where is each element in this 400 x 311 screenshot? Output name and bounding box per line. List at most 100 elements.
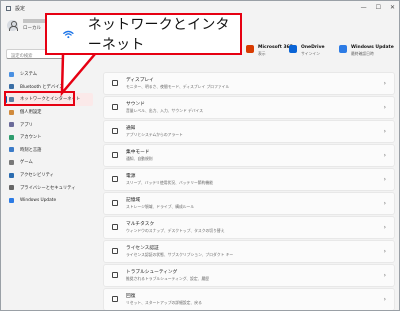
settings-row-notifications[interactable]: 通知 アプリとシステムからのアラート ›	[103, 120, 395, 143]
row-title: 通知	[126, 125, 136, 131]
settings-row-recovery[interactable]: 回復 リセット、スタートアップの詳細設定、戻る ›	[103, 288, 395, 310]
chevron-right-icon: ›	[383, 104, 386, 111]
search-placeholder: 設定の検索	[11, 53, 33, 59]
sidebar-item-label: アプリ	[20, 122, 33, 128]
sidebar-item-apps[interactable]: アプリ	[5, 118, 93, 131]
header-app-name: Windows Update	[351, 45, 394, 50]
chevron-right-icon: ›	[383, 152, 386, 159]
sidebar-item-label: Windows Update	[20, 197, 57, 203]
monitor-icon	[9, 71, 14, 77]
settings-row-multitasking[interactable]: マルチタスク ウィンドウのスナップ、デスクトップ、タスクの切り替え ›	[103, 216, 395, 239]
settings-row-activation[interactable]: ライセンス認証 ライセンス認証の状態、サブスクリプション、プロダクト キー ›	[103, 240, 395, 263]
window-controls: — ☐ ✕	[361, 4, 395, 11]
accessibility-icon	[9, 172, 14, 178]
sidebar-item-label: 個人用設定	[20, 110, 42, 116]
header-app-windows-update[interactable]: Windows Update 最終確認日時	[339, 45, 394, 57]
onedrive-icon	[289, 45, 297, 53]
minimize-button[interactable]: —	[361, 4, 367, 11]
row-title: トラブルシューティング	[126, 269, 178, 275]
row-title: サウンド	[126, 101, 145, 107]
chevron-right-icon: ›	[383, 200, 386, 207]
bell-icon	[112, 128, 118, 135]
sidebar-item-accessibility[interactable]: アクセシビリティ	[5, 169, 93, 182]
main-content: Microsoft 365 表示 OneDrive サインイン Windows Up…	[96, 15, 399, 310]
sidebar-item-label: システム	[20, 72, 38, 78]
row-desc: ライセンス認証の状態、サブスクリプション、プロダクト キー	[126, 251, 234, 257]
header-app-onedrive[interactable]: OneDrive サインイン	[289, 45, 325, 57]
settings-row-storage[interactable]: 記憶域 ストレージ領域、ドライブ、構成ルール ›	[103, 192, 395, 215]
settings-window: 設定 — ☐ ✕ ローカル 設定の検索 システム Bluetooth とデバイス…	[0, 0, 400, 311]
chevron-right-icon: ›	[383, 296, 386, 303]
row-desc: ウィンドウのスナップ、デスクトップ、タスクの切り替え	[126, 227, 225, 233]
row-desc: モニター、明るさ、夜間モード、ディスプレイ プロファイル	[126, 83, 230, 89]
microsoft365-icon	[246, 45, 254, 53]
moon-icon	[112, 152, 118, 159]
row-desc: アプリとシステムからのアラート	[126, 131, 183, 137]
settings-row-sound[interactable]: サウンド 音量レベル、出力、入力、サウンド デバイス ›	[103, 96, 395, 119]
windows-snap-icon	[112, 224, 118, 231]
chevron-right-icon: ›	[383, 272, 386, 279]
speaker-icon	[112, 104, 118, 111]
network-item-highlight-box	[4, 91, 75, 106]
sidebar-item-gaming[interactable]: ゲーム	[5, 156, 93, 169]
settings-app-icon	[6, 5, 11, 11]
sidebar-item-time-language[interactable]: 時刻と言語	[5, 144, 93, 157]
chevron-right-icon: ›	[383, 80, 386, 87]
sidebar-item-accounts[interactable]: アカウント	[5, 131, 93, 144]
settings-row-power[interactable]: 電源 スリープ、バッテリ使用状況、バッテリー節約機能 ›	[103, 168, 395, 191]
sidebar-item-windows-update[interactable]: Windows Update	[5, 194, 93, 207]
wrench-icon	[112, 272, 118, 279]
apps-icon	[9, 122, 14, 128]
row-title: 記憶域	[126, 197, 141, 203]
brush-icon	[9, 109, 14, 115]
bluetooth-icon	[9, 84, 14, 90]
person-icon	[9, 134, 14, 140]
key-icon	[112, 248, 118, 255]
sidebar-item-privacy[interactable]: プライバシーとセキュリティ	[5, 181, 93, 194]
power-icon	[112, 176, 118, 183]
settings-list: ディスプレイ モニター、明るさ、夜間モード、ディスプレイ プロファイル › サウンド…	[103, 72, 395, 310]
sidebar-item-system[interactable]: システム	[5, 68, 93, 81]
sidebar-item-label: プライバシーとセキュリティ	[20, 185, 76, 191]
row-desc: 音量レベル、出力、入力、サウンド デバイス	[126, 107, 204, 113]
settings-row-focus[interactable]: 集中モード 通知、自動規則 ›	[103, 144, 395, 167]
chevron-right-icon: ›	[383, 128, 386, 135]
row-desc: リセット、スタートアップの詳細設定、戻る	[126, 299, 202, 305]
row-desc: 通知、自動規則	[126, 155, 153, 161]
windows-update-icon	[339, 45, 347, 53]
header-app-sub: 最終確認日時	[351, 51, 374, 56]
avatar	[7, 19, 18, 31]
chevron-right-icon: ›	[383, 176, 386, 183]
row-desc: 推奨されるトラブルシューティング、設定、履歴	[126, 275, 210, 281]
header-app-microsoft365[interactable]: Microsoft 365 表示	[246, 45, 293, 57]
row-desc: ストレージ領域、ドライブ、構成ルール	[126, 203, 195, 209]
callout-text: ネットワークとインターネット	[87, 17, 230, 53]
chevron-right-icon: ›	[383, 248, 386, 255]
row-desc: スリープ、バッテリ使用状況、バッテリー節約機能	[126, 179, 213, 185]
settings-row-display[interactable]: ディスプレイ モニター、明るさ、夜間モード、ディスプレイ プロファイル ›	[103, 72, 395, 95]
header-app-name: OneDrive	[301, 45, 325, 50]
row-title: 集中モード	[126, 149, 150, 155]
callout-box: ネットワークとインターネット	[45, 13, 242, 55]
recovery-icon	[112, 296, 118, 303]
update-icon	[9, 197, 14, 203]
maximize-button[interactable]: ☐	[376, 4, 381, 11]
row-title: 電源	[126, 173, 136, 179]
display-icon	[112, 80, 118, 87]
sidebar-item-label: 時刻と言語	[20, 147, 42, 153]
sidebar-item-label: ゲーム	[20, 160, 33, 166]
chevron-right-icon: ›	[383, 224, 386, 231]
sidebar-item-label: Bluetooth とデバイス	[20, 84, 64, 90]
close-button[interactable]: ✕	[390, 4, 395, 11]
row-title: 回復	[126, 293, 136, 299]
sidebar-item-label: アクセシビリティ	[20, 173, 54, 179]
window-title: 設定	[15, 5, 26, 12]
row-title: ディスプレイ	[126, 77, 154, 83]
row-title: ライセンス認証	[126, 245, 159, 251]
sidebar-item-label: アカウント	[20, 135, 42, 141]
shield-icon	[9, 185, 14, 191]
settings-row-troubleshoot[interactable]: トラブルシューティング 推奨されるトラブルシューティング、設定、履歴 ›	[103, 264, 395, 287]
sidebar-item-personalization[interactable]: 個人用設定	[5, 106, 93, 119]
sidebar: ローカル 設定の検索 システム Bluetooth とデバイス ネットワークとイ…	[1, 15, 95, 310]
header-app-name: Microsoft 365	[258, 45, 293, 50]
